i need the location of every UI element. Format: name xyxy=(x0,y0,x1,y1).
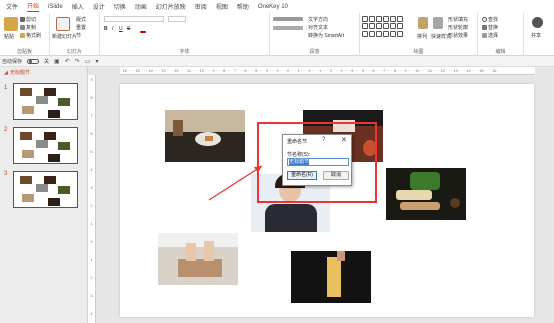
section-name-label: 节名称(S): xyxy=(287,152,311,158)
dialog-title: 重命名节 xyxy=(287,139,308,145)
annotation-overlay xyxy=(208,165,263,201)
cancel-button[interactable]: 取消 xyxy=(323,171,349,180)
rename-button[interactable]: 重命名(R) xyxy=(287,171,317,180)
rename-section-dialog: 重命名节 ? ✕ 节名称(S): 无标题节 重命名(R) 取消 xyxy=(282,134,352,186)
section-name-input[interactable]: 无标题节 xyxy=(287,158,349,166)
annotation-arrow xyxy=(208,165,263,201)
arrow-head xyxy=(254,166,262,173)
close-icon[interactable]: ✕ xyxy=(341,136,347,144)
help-icon[interactable]: ? xyxy=(322,137,325,143)
